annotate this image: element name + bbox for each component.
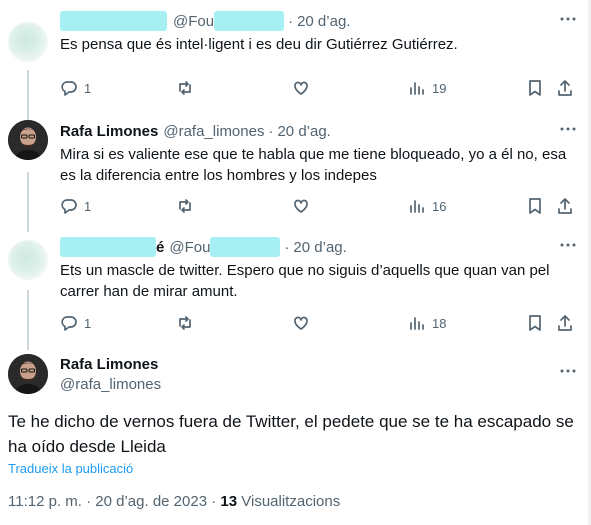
action-bar: 1 16 (60, 197, 580, 217)
reply-icon (61, 199, 77, 214)
retweet-icon (179, 199, 191, 213)
reply-count: 1 (84, 198, 92, 214)
reply-tweet[interactable]: @Fou · 20 d’ag. Es pensa que és intel·li… (0, 0, 591, 110)
tweet-header: @Fou · 20 d’ag. (60, 11, 350, 31)
action-bar: 1 19 (60, 79, 580, 99)
reply-count: 1 (84, 315, 92, 331)
handle[interactable]: @Fou (173, 13, 214, 30)
view-label: Visualitzacions (241, 493, 341, 510)
tweet-header: é @Fou · 20 d’ag. (60, 237, 347, 257)
reply-button[interactable]: 1 (60, 197, 91, 215)
share-button[interactable] (556, 79, 574, 97)
retweet-icon (179, 81, 191, 95)
bookmark-icon (529, 315, 541, 331)
display-name[interactable]: Rafa Limones (60, 123, 158, 140)
timestamp[interactable]: 20 d’ag. (277, 123, 330, 140)
reply-button[interactable]: 1 (60, 314, 91, 332)
handle[interactable]: @rafa_limones (60, 376, 161, 393)
redacted-handle (210, 237, 281, 257)
views-button[interactable]: 19 (408, 79, 446, 97)
bookmark-button[interactable] (526, 314, 544, 332)
more-icon[interactable] (559, 10, 577, 33)
separator: · (288, 12, 294, 30)
display-name[interactable]: Rafa Limones (60, 356, 158, 373)
retweet-button[interactable] (176, 79, 194, 97)
avatar[interactable] (8, 240, 48, 280)
tweet-text: Es pensa que és intel·ligent i es deu di… (60, 36, 458, 53)
retweet-button[interactable] (176, 197, 194, 215)
tweet-date[interactable]: 20 d’ag. de 2023 (95, 493, 207, 510)
bookmark-button[interactable] (526, 79, 544, 97)
tweet-header: Rafa Limones @rafa_limones · 20 d’ag. (60, 121, 331, 141)
more-icon[interactable] (559, 236, 577, 259)
views-count: 18 (432, 315, 447, 331)
heart-icon (294, 316, 308, 330)
reply-button[interactable]: 1 (60, 79, 91, 97)
reply-count: 1 (84, 80, 92, 96)
handle[interactable]: @rafa_limones (163, 123, 264, 140)
timestamp[interactable]: 20 d’ag. (293, 239, 346, 256)
avatar[interactable] (8, 120, 48, 160)
views-count: 19 (432, 80, 447, 96)
share-icon (558, 80, 572, 96)
share-icon (558, 315, 572, 331)
reply-tweet[interactable]: é @Fou · 20 d’ag. Ets un mascle de twitt… (0, 228, 591, 346)
views-icon (410, 317, 424, 330)
share-button[interactable] (556, 197, 574, 215)
bookmark-icon (529, 198, 541, 214)
reply-tweet[interactable]: Rafa Limones @rafa_limones · 20 d’ag. Mi… (0, 110, 591, 228)
redacted-name (60, 11, 167, 31)
views-count: 16 (432, 198, 447, 214)
profile-photo (8, 354, 48, 394)
like-button[interactable] (292, 314, 310, 332)
action-bar: 1 18 (60, 314, 580, 334)
bookmark-button[interactable] (526, 197, 544, 215)
redacted-name (60, 237, 156, 257)
tweet-time[interactable]: 11:12 p. m. (8, 493, 82, 510)
like-button[interactable] (292, 79, 310, 97)
handle[interactable]: @Fou (169, 239, 210, 256)
profile-photo (8, 120, 48, 160)
more-icon[interactable] (559, 362, 577, 385)
bookmark-icon (529, 80, 541, 96)
views-icon (410, 200, 424, 213)
avatar[interactable] (8, 354, 48, 394)
reply-icon (61, 316, 77, 331)
retweet-button[interactable] (176, 314, 194, 332)
view-count: 13 (220, 493, 238, 510)
retweet-icon (179, 316, 191, 330)
display-name[interactable]: é (156, 239, 164, 256)
redacted-handle (214, 11, 285, 31)
timestamp[interactable]: 20 d’ag. (297, 13, 350, 30)
share-button[interactable] (556, 314, 574, 332)
separator: · (268, 122, 274, 140)
tweet-meta: 11:12 p. m. · 20 d’ag. de 2023 · 13 Visu… (8, 493, 340, 510)
separator: · (86, 493, 92, 510)
reply-icon (61, 81, 77, 96)
separator: · (284, 238, 290, 256)
heart-icon (294, 199, 308, 213)
tweet-text: Ets un mascle de twitter. Espero que no … (60, 262, 550, 300)
avatar[interactable] (8, 22, 48, 62)
views-button[interactable]: 18 (408, 314, 446, 332)
share-icon (558, 198, 572, 214)
tweet-text: Mira si es valiente ese que te habla que… (60, 146, 567, 184)
more-icon[interactable] (559, 120, 577, 143)
heart-icon (294, 81, 308, 95)
views-icon (410, 82, 424, 95)
translate-link[interactable]: Tradueix la publicació (8, 461, 133, 476)
separator: · (211, 493, 217, 510)
like-button[interactable] (292, 197, 310, 215)
main-tweet-text: Te he dicho de vernos fuera de Twitter, … (8, 412, 574, 456)
views-button[interactable]: 16 (408, 197, 446, 215)
